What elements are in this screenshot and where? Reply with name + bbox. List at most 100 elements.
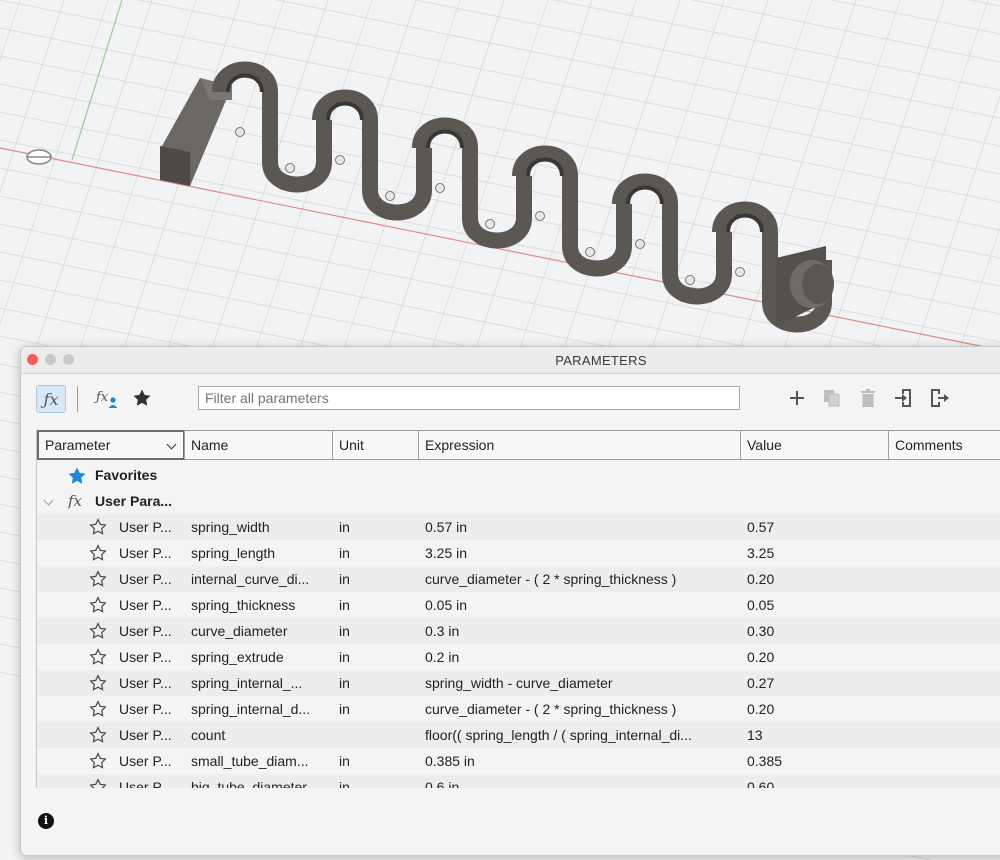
svg-text:ƒx: ƒx [94, 390, 109, 405]
plus-icon[interactable] [786, 387, 808, 409]
all-parameters-button[interactable]: ƒx [36, 385, 66, 413]
table-row[interactable]: User P... count floor(( spring_length / ( … [37, 722, 1000, 748]
chevron-down-icon[interactable] [43, 495, 54, 506]
name-cell[interactable]: small_tube_diam... [191, 748, 333, 774]
comments-cell[interactable] [895, 514, 1000, 540]
table-row[interactable]: User P... small_tube_diam... in 0.385 in 0.3… [37, 748, 1000, 774]
user-parameters-group-row[interactable]: ƒx User Para... [37, 488, 1000, 514]
unit-cell[interactable]: in [339, 696, 419, 722]
name-cell[interactable]: count [191, 722, 333, 748]
expression-cell[interactable]: curve_diameter - ( 2 * spring_thickness … [425, 696, 741, 722]
parameter-type-cell: User P... [119, 571, 172, 587]
name-cell[interactable]: spring_thickness [191, 592, 333, 618]
unit-cell[interactable]: in [339, 618, 419, 644]
star-outline-icon[interactable] [89, 570, 107, 588]
star-outline-icon[interactable] [89, 622, 107, 640]
expression-cell[interactable]: 0.2 in [425, 644, 741, 670]
expression-cell[interactable]: 0.385 in [425, 748, 741, 774]
expression-cell[interactable]: 0.3 in [425, 618, 741, 644]
comments-cell[interactable] [895, 618, 1000, 644]
unit-cell[interactable]: in [339, 592, 419, 618]
comments-cell[interactable] [895, 774, 1000, 788]
unit-cell[interactable]: in [339, 670, 419, 696]
name-cell[interactable]: big_tube_diameter [191, 774, 333, 788]
unit-cell[interactable] [339, 722, 419, 748]
comments-cell[interactable] [895, 696, 1000, 722]
comments-cell[interactable] [895, 722, 1000, 748]
import-icon[interactable] [893, 387, 915, 409]
column-header-expression[interactable]: Expression [418, 430, 741, 460]
table-row[interactable]: User P... spring_length in 3.25 in 3.25 [37, 540, 1000, 566]
column-header-comments[interactable]: Comments [888, 430, 1000, 460]
favorites-label: Favorites [95, 467, 158, 483]
star-outline-icon[interactable] [89, 518, 107, 536]
export-icon[interactable] [928, 387, 950, 409]
unit-cell[interactable]: in [339, 644, 419, 670]
table-row[interactable]: User P... spring_thickness in 0.05 in 0.05 [37, 592, 1000, 618]
star-outline-icon[interactable] [89, 778, 107, 788]
filter-parameters-input[interactable] [198, 386, 740, 410]
unit-cell[interactable]: in [339, 748, 419, 774]
expression-cell[interactable]: 3.25 in [425, 540, 741, 566]
comments-cell[interactable] [895, 540, 1000, 566]
column-header-parameter[interactable]: Parameter [37, 430, 185, 460]
star-outline-icon[interactable] [89, 648, 107, 666]
comments-cell[interactable] [895, 566, 1000, 592]
name-cell[interactable]: spring_internal_... [191, 670, 333, 696]
name-cell[interactable]: spring_width [191, 514, 333, 540]
origin-point-icon[interactable] [26, 149, 52, 165]
unit-cell[interactable]: in [339, 774, 419, 788]
name-cell[interactable]: spring_length [191, 540, 333, 566]
favorites-group-row[interactable]: Favorites [37, 462, 1000, 488]
column-header-unit[interactable]: Unit [332, 430, 419, 460]
table-row[interactable]: User P... spring_internal_... in spring_wid… [37, 670, 1000, 696]
star-outline-icon[interactable] [89, 596, 107, 614]
star-outline-icon[interactable] [89, 752, 107, 770]
table-row[interactable]: User P... spring_extrude in 0.2 in 0.20 [37, 644, 1000, 670]
star-outline-icon[interactable] [89, 700, 107, 718]
expression-cell[interactable]: 0.05 in [425, 592, 741, 618]
column-header-value[interactable]: Value [740, 430, 889, 460]
expression-cell[interactable]: floor(( spring_length / ( spring_interna… [425, 722, 741, 748]
table-row[interactable]: User P... spring_width in 0.57 in 0.57 [37, 514, 1000, 540]
user-parameters-button[interactable]: ƒx [93, 385, 121, 411]
table-header: Parameter Name Unit Expression Value Com… [37, 430, 1000, 462]
expression-cell[interactable]: spring_width - curve_diameter [425, 670, 741, 696]
name-cell[interactable]: spring_extrude [191, 644, 333, 670]
name-cell[interactable]: spring_internal_d... [191, 696, 333, 722]
value-cell: 0.60 [747, 779, 775, 788]
spring-model[interactable] [160, 61, 834, 333]
value-cell: 3.25 [747, 545, 775, 561]
title-bar[interactable]: PARAMETERS [21, 347, 1000, 374]
table-row[interactable]: User P... spring_internal_d... in curve_dia… [37, 696, 1000, 722]
parameter-type-cell: User P... [119, 519, 172, 535]
star-outline-icon[interactable] [89, 726, 107, 744]
unit-cell[interactable]: in [339, 514, 419, 540]
star-outline-icon[interactable] [89, 674, 107, 692]
expression-cell[interactable]: curve_diameter - ( 2 * spring_thickness … [425, 566, 741, 592]
comments-cell[interactable] [895, 748, 1000, 774]
name-cell[interactable]: internal_curve_di... [191, 566, 333, 592]
favorites-filter-button[interactable] [129, 385, 155, 411]
fx-icon: ƒx [43, 389, 59, 409]
trash-icon[interactable] [857, 387, 879, 409]
copy-icon[interactable] [821, 387, 843, 409]
parameters-dialog: PARAMETERS ƒx ƒx Filter all parameters P… [20, 346, 1000, 856]
table-row[interactable]: User P... big_tube_diameter in 0.6 in 0.60 [37, 774, 1000, 788]
star-outline-icon[interactable] [89, 544, 107, 562]
unit-cell[interactable]: in [339, 566, 419, 592]
fx-icon: ƒx [68, 492, 83, 510]
comments-cell[interactable] [895, 644, 1000, 670]
table-row[interactable]: User P... curve_diameter in 0.3 in 0.30 [37, 618, 1000, 644]
table-row[interactable]: User P... internal_curve_di... in curve_dia… [37, 566, 1000, 592]
info-icon[interactable]: i [38, 813, 54, 829]
origin-axis-green [71, 0, 123, 161]
expression-cell[interactable]: 0.6 in [425, 774, 741, 788]
name-cell[interactable]: curve_diameter [191, 618, 333, 644]
column-header-name[interactable]: Name [184, 430, 333, 460]
expression-cell[interactable]: 0.57 in [425, 514, 741, 540]
comments-cell[interactable] [895, 592, 1000, 618]
comments-cell[interactable] [895, 670, 1000, 696]
unit-cell[interactable]: in [339, 540, 419, 566]
value-cell: 13 [747, 727, 763, 743]
